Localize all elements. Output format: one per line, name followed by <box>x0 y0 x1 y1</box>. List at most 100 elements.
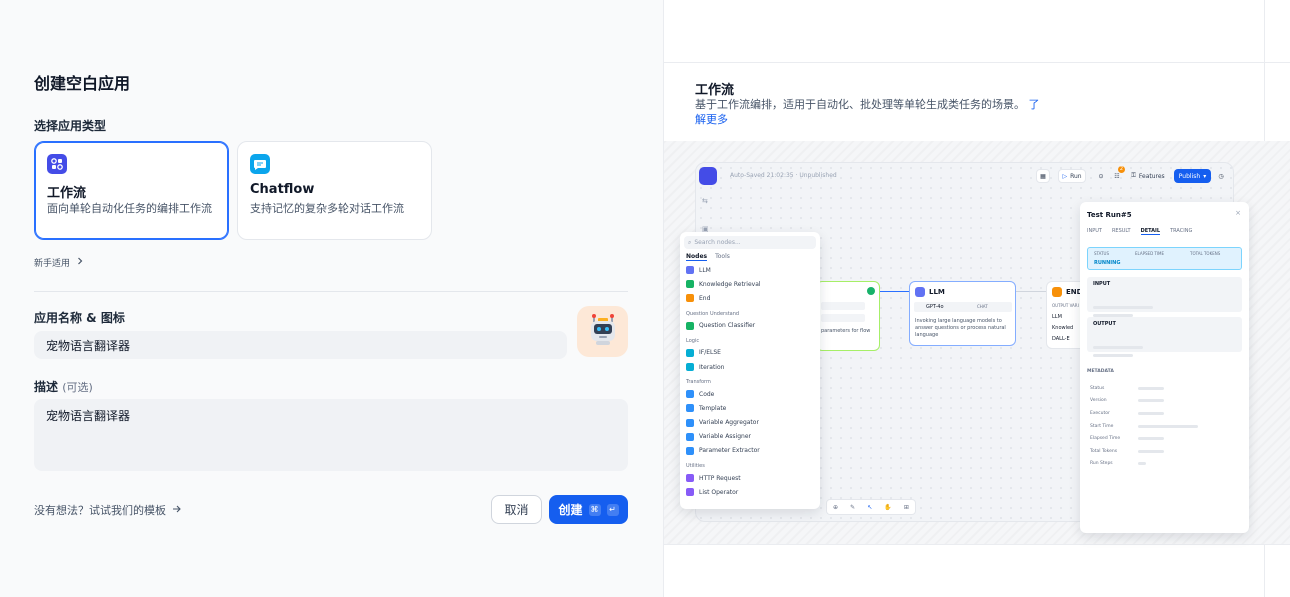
run-button: ▷ Run <box>1058 169 1086 183</box>
node-type-icon <box>686 418 694 427</box>
check-icon <box>867 287 875 295</box>
grid-line <box>664 62 1290 63</box>
enter-key: ↵ <box>606 503 619 516</box>
run-status-value: RUNNING <box>1094 260 1121 266</box>
preview-title: 工作流 <box>695 83 735 98</box>
node-label: HTTP Request <box>699 474 741 482</box>
chevron-right-icon <box>76 257 84 268</box>
node-label: Variable Aggregator <box>699 419 759 427</box>
desc-label: 描述 <box>34 380 59 394</box>
node-label: Code <box>699 390 715 398</box>
node-label: List Operator <box>699 488 739 496</box>
workflow-icon <box>47 154 67 174</box>
end-icon <box>1052 287 1062 297</box>
node-list-item: Iteration <box>680 360 820 374</box>
node-type-icon <box>686 446 694 455</box>
input-box: INPUT <box>1087 277 1242 317</box>
warning-badge: 2 <box>1118 166 1125 173</box>
node-type-icon <box>686 294 694 303</box>
metadata-row: Elapsed Time <box>1090 432 1240 445</box>
node-list-item: End <box>680 291 820 305</box>
type-desc: 支持记忆的复杂多轮对话工作流 <box>250 202 404 215</box>
arrow-right-icon <box>172 504 182 517</box>
node-list-item: Template <box>680 401 820 415</box>
node-type-icon <box>686 432 694 441</box>
node-search: ⌕ Search nodes... <box>684 236 816 249</box>
node-list-item: HTTP Request <box>680 471 820 485</box>
node-type-icon <box>686 348 694 357</box>
node-category: Logic <box>686 337 700 344</box>
type-card-workflow[interactable]: 工作流 面向单轮自动化任务的编排工作流 <box>34 141 229 240</box>
type-card-chatflow[interactable]: Chatflow 支持记忆的复杂多轮对话工作流 <box>237 141 432 240</box>
beginner-toggle[interactable]: 新手适用 <box>34 256 84 269</box>
node-list-item: Parameter Extractor <box>680 444 820 458</box>
desc-label-row: 描述 (可选) <box>34 378 93 395</box>
start-node: parameters for flow <box>816 281 880 351</box>
node-type-icon <box>686 488 694 497</box>
create-app-form: 创建空白应用 选择应用类型 工作流 面向单轮自动化任务的编排工作流 Chatfl… <box>0 0 663 597</box>
node-label: Knowledge Retrieval <box>699 280 761 288</box>
grid-icon: ▦ <box>1036 169 1050 183</box>
history-icon: ⊙ <box>1098 172 1104 180</box>
metadata-row: Status <box>1090 382 1240 395</box>
end-output-label: OUTPUT VARI <box>1052 303 1079 308</box>
cmd-key: ⌘ <box>588 503 601 516</box>
preview-panel: 工作流 基于工作流编排，适用于自动化、批处理等单轮生成类任务的场景。 了解更多 … <box>663 0 1290 597</box>
template-link-label: 没有想法？试试我们的模板 <box>34 504 166 517</box>
node-list-item: Question Classifier <box>680 319 820 333</box>
autosave-status: Auto-Saved 21:02:35 · Unpublished <box>730 172 837 179</box>
node-type-icon <box>686 280 694 289</box>
cancel-button[interactable]: 取消 <box>491 495 542 524</box>
workflow-preview: Auto-Saved 21:02:35 · Unpublished ▦ ▷ Run… <box>664 141 1290 544</box>
create-button[interactable]: 创建 ⌘ ↵ <box>549 495 628 524</box>
node-label: IF/ELSE <box>699 349 721 357</box>
node-label: LLM <box>699 266 711 274</box>
app-icon-picker[interactable] <box>577 306 628 357</box>
app-desc-textarea[interactable]: 宠物语言翻译器 <box>34 399 628 471</box>
llm-mode: CHAT <box>977 304 988 309</box>
mock-topbar: Auto-Saved 21:02:35 · Unpublished ▦ ▷ Run… <box>696 163 1233 189</box>
metadata-row: Start Time <box>1090 420 1240 433</box>
template-link[interactable]: 没有想法？试试我们的模板 <box>34 502 182 518</box>
beginner-label: 新手适用 <box>34 259 71 269</box>
llm-model: GPT-4o <box>926 304 944 310</box>
grid-line <box>664 544 1290 545</box>
desc-optional: (可选) <box>62 381 93 394</box>
node-label: End <box>699 294 711 302</box>
type-name: 工作流 <box>47 186 87 201</box>
node-label: Template <box>699 404 727 412</box>
clock-icon: ◷ <box>1218 172 1224 180</box>
create-label: 创建 <box>558 503 583 517</box>
chatflow-icon <box>250 154 270 174</box>
test-run-panel: Test Run#5 × INPUT RESULT DETAIL TRACING… <box>1080 202 1249 533</box>
metadata-row: Version <box>1090 395 1240 408</box>
metadata-row: Executor <box>1090 407 1240 420</box>
node-picker-panel: ⌕ Search nodes... Nodes Tools LLM Knowledg… <box>680 232 820 509</box>
node-label: Parameter Extractor <box>699 447 760 455</box>
node-picker-tabs: Nodes Tools <box>686 253 730 261</box>
node-label: Question Classifier <box>699 322 756 330</box>
test-run-title: Test Run#5 <box>1087 211 1132 219</box>
llm-icon <box>915 287 925 297</box>
node-list-item: Code <box>680 387 820 401</box>
node-list-item: Knowledge Retrieval <box>680 277 820 291</box>
node-list-item: List Operator <box>680 485 820 499</box>
edge <box>1016 291 1046 292</box>
robot-icon <box>586 313 620 351</box>
type-desc: 面向单轮自动化任务的编排工作流 <box>47 202 212 215</box>
page-title: 创建空白应用 <box>34 74 131 93</box>
metadata-row: Run Steps <box>1090 458 1240 471</box>
app-name-input[interactable]: 宠物语言翻译器 <box>34 331 567 359</box>
node-label: Iteration <box>699 363 725 371</box>
llm-node-title: LLM <box>929 288 945 296</box>
name-label: 应用名称 & 图标 <box>34 311 125 325</box>
node-type-icon <box>686 390 694 399</box>
end-outputs: LLM Knowled DALL-E <box>1052 314 1074 342</box>
search-icon: ⌕ <box>688 238 692 246</box>
node-type-icon <box>686 321 694 330</box>
mock-bottom-toolbar: ⊕ ✎ ↖ ✋ ⊞ <box>826 499 916 515</box>
preview-desc-text: 基于工作流编排，适用于自动化、批处理等单轮生成类任务的场景。 <box>695 98 1025 111</box>
metadata-label: METADATA <box>1087 369 1114 374</box>
output-box: OUTPUT <box>1087 317 1242 357</box>
node-category: Transform <box>686 379 711 386</box>
